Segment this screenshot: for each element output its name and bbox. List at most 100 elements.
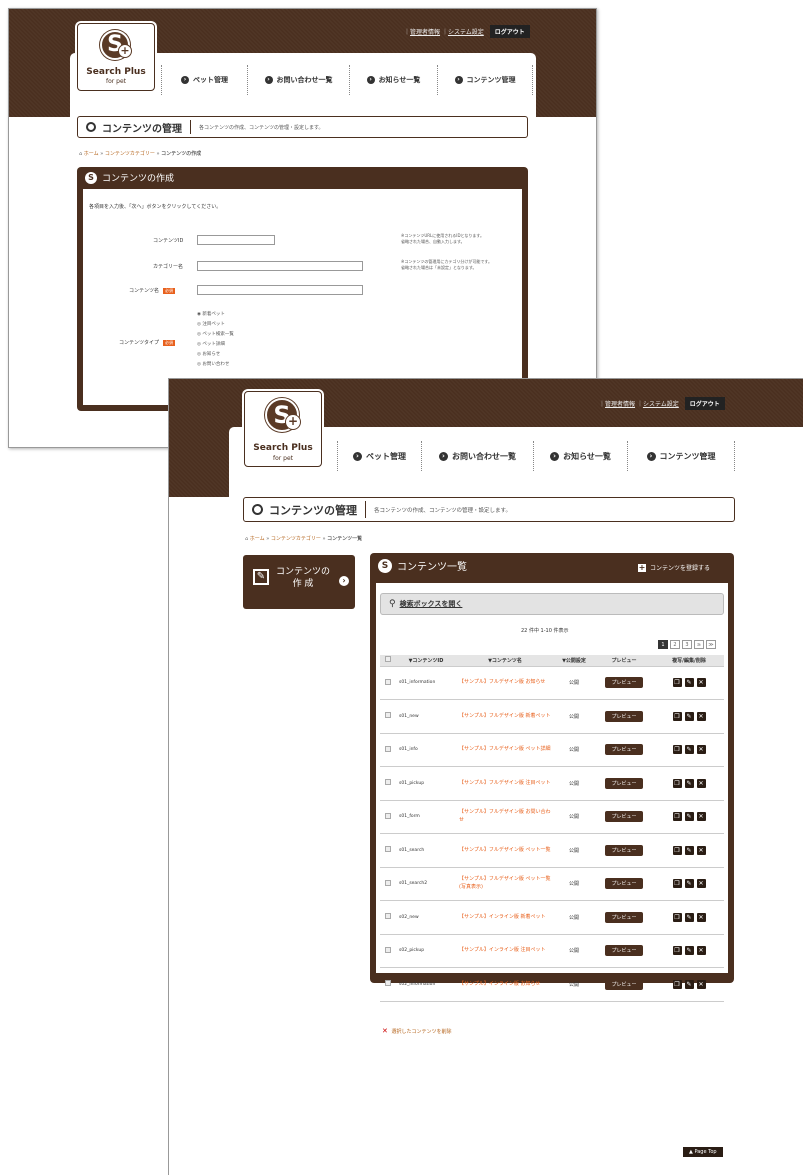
edit-icon[interactable]: ✎ <box>684 946 694 956</box>
row-content-name-link[interactable]: 【サンプル】フルデザイン版 お知らせ <box>459 679 545 685</box>
row-checkbox[interactable] <box>385 846 391 853</box>
search-toggle-link[interactable]: 検索ボックスを開く <box>400 599 463 609</box>
edit-icon[interactable]: ✎ <box>684 678 694 688</box>
page-last[interactable]: ≫ <box>706 640 716 649</box>
radio-notice[interactable]: ◎ お知らせ <box>197 351 220 357</box>
page-3[interactable]: 3 <box>682 640 692 649</box>
delete-icon[interactable]: ✕ <box>696 778 706 788</box>
delete-icon[interactable]: ✕ <box>696 711 706 721</box>
row-content-name-link[interactable]: 【サンプル】フルデザイン版 お問い合わせ <box>459 809 550 823</box>
nav-notices[interactable]: › お知らせ一覧 <box>533 441 627 471</box>
preview-button[interactable]: プレビュー <box>605 945 643 957</box>
edit-icon[interactable]: ✎ <box>684 812 694 822</box>
logo[interactable]: S + Search Plus for pet <box>244 391 322 467</box>
delete-icon[interactable]: ✕ <box>696 845 706 855</box>
select-all-checkbox[interactable] <box>385 656 391 663</box>
copy-icon[interactable]: ❐ <box>672 979 682 989</box>
nav-notices[interactable]: › お知らせ一覧 <box>349 65 437 95</box>
nav-content-management[interactable]: › コンテンツ管理 <box>627 441 735 471</box>
copy-icon[interactable]: ❐ <box>672 879 682 889</box>
page-next[interactable]: ≥ <box>694 640 704 649</box>
content-id-input[interactable] <box>197 235 275 245</box>
logout-button[interactable]: ログアウト <box>489 25 530 38</box>
logout-button[interactable]: ログアウト <box>684 397 725 410</box>
copy-icon[interactable]: ❐ <box>672 912 682 922</box>
delete-icon[interactable]: ✕ <box>696 812 706 822</box>
page-top-button[interactable]: ▲ Page Top <box>683 1147 723 1157</box>
radio-new-pet[interactable]: ◉ 新着ペット <box>197 311 225 317</box>
preview-button[interactable]: プレビュー <box>605 911 643 923</box>
page-2[interactable]: 2 <box>670 640 680 649</box>
row-content-name-link[interactable]: 【サンプル】フルデザイン版 ペット一覧(写真表示) <box>459 876 550 890</box>
row-checkbox[interactable] <box>385 678 391 685</box>
edit-icon[interactable]: ✎ <box>684 912 694 922</box>
edit-icon[interactable]: ✎ <box>684 745 694 755</box>
row-content-name-link[interactable]: 【サンプル】インライン版 お知らせ <box>459 981 540 987</box>
breadcrumb-category[interactable]: コンテンツカテゴリー <box>105 151 155 157</box>
row-checkbox[interactable] <box>385 712 391 719</box>
row-content-name-link[interactable]: 【サンプル】インライン版 新着ペット <box>459 914 545 920</box>
preview-button[interactable]: プレビュー <box>605 844 643 856</box>
edit-icon[interactable]: ✎ <box>684 845 694 855</box>
preview-button[interactable]: プレビュー <box>605 677 643 689</box>
row-content-name-link[interactable]: 【サンプル】フルデザイン版 新着ペット <box>459 713 550 719</box>
row-content-name-link[interactable]: 【サンプル】フルデザイン版 ペット詳細 <box>459 746 550 752</box>
row-content-name-link[interactable]: 【サンプル】フルデザイン版 ペット一覧 <box>459 847 550 853</box>
row-checkbox[interactable] <box>385 812 391 819</box>
radio-pet-detail[interactable]: ◎ ペット詳細 <box>197 341 225 347</box>
preview-button[interactable]: プレビュー <box>605 710 643 722</box>
nav-inquiries[interactable]: › お問い合わせ一覧 <box>421 441 533 471</box>
delete-icon[interactable]: ✕ <box>696 979 706 989</box>
nav-content-management[interactable]: › コンテンツ管理 <box>437 65 533 95</box>
breadcrumb-home[interactable]: ホーム <box>250 536 265 542</box>
row-content-name-link[interactable]: 【サンプル】インライン版 注目ペット <box>459 947 545 953</box>
row-checkbox[interactable] <box>385 745 391 752</box>
row-checkbox[interactable] <box>385 879 391 886</box>
delete-icon[interactable]: ✕ <box>696 912 706 922</box>
row-checkbox[interactable] <box>385 946 391 953</box>
radio-pickup-pet[interactable]: ◎ 注目ペット <box>197 321 225 327</box>
preview-button[interactable]: プレビュー <box>605 777 643 789</box>
nav-pet-management[interactable]: › ペット管理 <box>161 65 247 95</box>
col-status[interactable]: ▼公開設定 <box>554 655 594 667</box>
delete-selected-link[interactable]: 選択したコンテンツを削除 <box>391 1029 451 1035</box>
radio-inquiry[interactable]: ◎ お問い合わせ <box>197 361 229 367</box>
row-checkbox[interactable] <box>385 779 391 786</box>
copy-icon[interactable]: ❐ <box>672 812 682 822</box>
copy-icon[interactable]: ❐ <box>672 845 682 855</box>
delete-icon[interactable]: ✕ <box>696 678 706 688</box>
preview-button[interactable]: プレビュー <box>605 978 643 990</box>
breadcrumb-category[interactable]: コンテンツカテゴリー <box>271 536 321 542</box>
copy-icon[interactable]: ❐ <box>672 711 682 721</box>
delete-icon[interactable]: ✕ <box>696 879 706 889</box>
preview-button[interactable]: プレビュー <box>605 744 643 756</box>
breadcrumb-home[interactable]: ホーム <box>84 151 99 157</box>
col-content-name[interactable]: ▼コンテンツ名 <box>456 655 554 667</box>
col-content-id[interactable]: ▼コンテンツID <box>396 655 456 667</box>
delete-icon[interactable]: ✕ <box>696 745 706 755</box>
row-checkbox[interactable] <box>385 980 391 987</box>
register-content-button[interactable]: + コンテンツを登録する <box>638 563 710 572</box>
copy-icon[interactable]: ❐ <box>672 678 682 688</box>
admin-info-link[interactable]: 管理者情報 <box>410 29 440 36</box>
nav-inquiries[interactable]: › お問い合わせ一覧 <box>247 65 349 95</box>
preview-button[interactable]: プレビュー <box>605 878 643 890</box>
copy-icon[interactable]: ❐ <box>672 946 682 956</box>
edit-icon[interactable]: ✎ <box>684 778 694 788</box>
radio-pet-search[interactable]: ◎ ペット検索一覧 <box>197 331 234 337</box>
nav-pet-management[interactable]: › ペット管理 <box>337 441 421 471</box>
edit-icon[interactable]: ✎ <box>684 879 694 889</box>
search-toggle[interactable]: ⚲ 検索ボックスを開く <box>380 593 724 615</box>
copy-icon[interactable]: ❐ <box>672 778 682 788</box>
copy-icon[interactable]: ❐ <box>672 745 682 755</box>
row-checkbox[interactable] <box>385 913 391 920</box>
content-name-input[interactable] <box>197 285 363 295</box>
admin-info-link[interactable]: 管理者情報 <box>605 401 635 408</box>
preview-button[interactable]: プレビュー <box>605 811 643 823</box>
edit-icon[interactable]: ✎ <box>684 711 694 721</box>
system-settings-link[interactable]: システム設定 <box>448 29 484 36</box>
delete-icon[interactable]: ✕ <box>696 946 706 956</box>
row-content-name-link[interactable]: 【サンプル】フルデザイン版 注目ペット <box>459 780 550 786</box>
system-settings-link[interactable]: システム設定 <box>643 401 679 408</box>
create-content-button[interactable]: ✎ コンテンツの 作 成 › <box>243 555 355 609</box>
